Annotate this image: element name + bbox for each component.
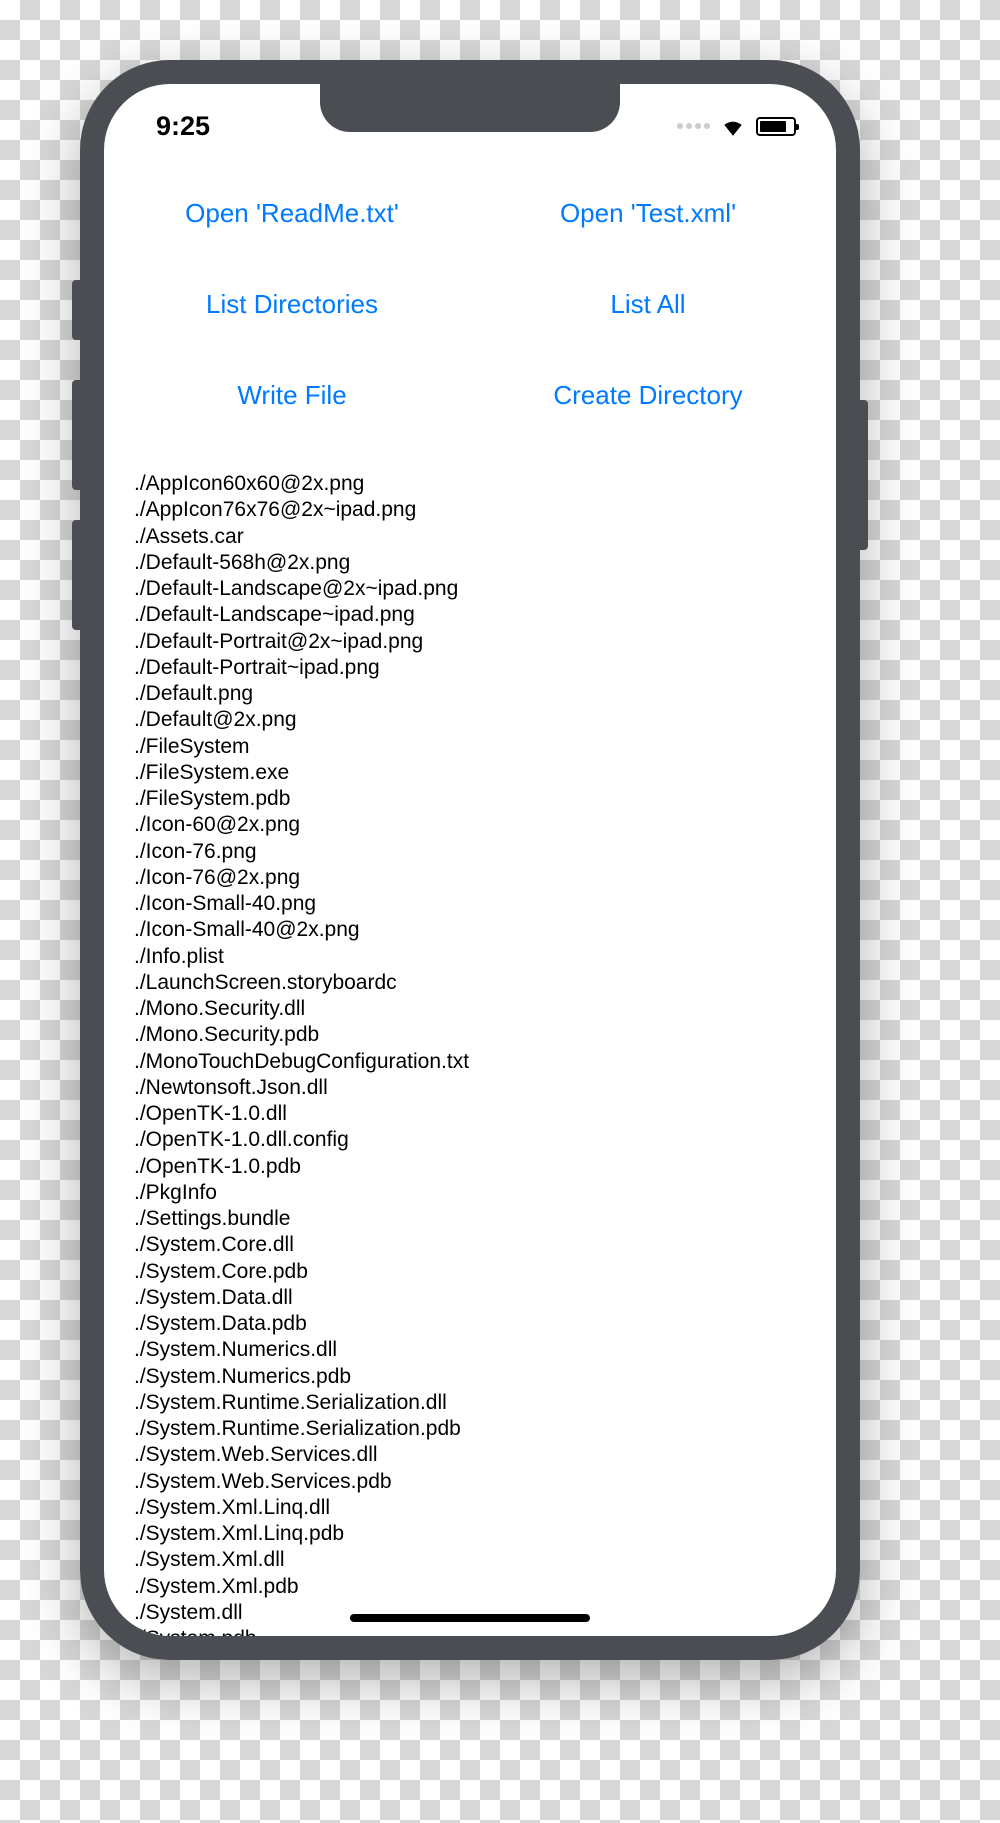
file-item: ./Icon-76.png xyxy=(134,839,806,865)
file-item: ./System.Numerics.pdb xyxy=(134,1364,806,1390)
file-item: ./System.Web.Services.dll xyxy=(134,1442,806,1468)
file-item: ./Default-568h@2x.png xyxy=(134,550,806,576)
file-item: ./Default.png xyxy=(134,681,806,707)
list-all-button[interactable]: List All xyxy=(480,279,816,330)
file-item: ./OpenTK-1.0.dll xyxy=(134,1101,806,1127)
file-item: ./System.Core.dll xyxy=(134,1232,806,1258)
write-file-button[interactable]: Write File xyxy=(124,370,460,421)
file-item: ./System.Xml.Linq.dll xyxy=(134,1495,806,1521)
file-item: ./Default-Portrait@2x~ipad.png xyxy=(134,629,806,655)
cellular-icon xyxy=(677,123,710,129)
volume-down-button xyxy=(72,520,80,630)
file-item: ./LaunchScreen.storyboardc xyxy=(134,970,806,996)
file-item: ./PkgInfo xyxy=(134,1180,806,1206)
status-time: 9:25 xyxy=(156,111,210,142)
file-item: ./FileSystem.pdb xyxy=(134,786,806,812)
file-item: ./Default-Landscape~ipad.png xyxy=(134,602,806,628)
wifi-icon xyxy=(720,116,746,136)
open-readme-button[interactable]: Open 'ReadMe.txt' xyxy=(124,188,460,239)
file-item: ./System.Xml.dll xyxy=(134,1547,806,1573)
phone-screen: 9:25 Open 'ReadMe.txt' Open 'Test.xml' L… xyxy=(104,84,836,1636)
file-item: ./System.Numerics.dll xyxy=(134,1337,806,1363)
file-item: ./System.Data.dll xyxy=(134,1285,806,1311)
list-directories-button[interactable]: List Directories xyxy=(124,279,460,330)
power-button xyxy=(860,400,868,550)
volume-up-button xyxy=(72,380,80,490)
file-item: ./Mono.Security.pdb xyxy=(134,1022,806,1048)
file-item: ./System.dll xyxy=(134,1600,806,1626)
file-item: ./Icon-Small-40.png xyxy=(134,891,806,917)
file-item: ./System.Core.pdb xyxy=(134,1259,806,1285)
file-item: ./MonoTouchDebugConfiguration.txt xyxy=(134,1049,806,1075)
file-item: ./Newtonsoft.Json.dll xyxy=(134,1075,806,1101)
file-item: ./AppIcon76x76@2x~ipad.png xyxy=(134,497,806,523)
file-item: ./Icon-Small-40@2x.png xyxy=(134,917,806,943)
file-item: ./System.Runtime.Serialization.dll xyxy=(134,1390,806,1416)
file-item: ./System.pdb xyxy=(134,1626,806,1636)
status-icons xyxy=(677,116,796,136)
home-indicator[interactable] xyxy=(350,1614,590,1622)
file-item: ./FileSystem xyxy=(134,734,806,760)
file-item: ./Info.plist xyxy=(134,944,806,970)
phone-frame: 9:25 Open 'ReadMe.txt' Open 'Test.xml' L… xyxy=(80,60,860,1660)
file-item: ./Default-Portrait~ipad.png xyxy=(134,655,806,681)
battery-icon xyxy=(756,117,796,136)
file-item: ./System.Xml.Linq.pdb xyxy=(134,1521,806,1547)
file-item: ./System.Data.pdb xyxy=(134,1311,806,1337)
file-item: ./Default@2x.png xyxy=(134,707,806,733)
file-item: ./OpenTK-1.0.pdb xyxy=(134,1154,806,1180)
file-item: ./System.Xml.pdb xyxy=(134,1574,806,1600)
file-item: ./Mono.Security.dll xyxy=(134,996,806,1022)
file-item: ./Assets.car xyxy=(134,524,806,550)
file-list[interactable]: ./AppIcon60x60@2x.png./AppIcon76x76@2x~i… xyxy=(124,471,816,1636)
open-test-button[interactable]: Open 'Test.xml' xyxy=(480,188,816,239)
app-content: Open 'ReadMe.txt' Open 'Test.xml' List D… xyxy=(104,148,836,1636)
file-item: ./Icon-60@2x.png xyxy=(134,812,806,838)
file-item: ./OpenTK-1.0.dll.config xyxy=(134,1127,806,1153)
file-item: ./Settings.bundle xyxy=(134,1206,806,1232)
file-item: ./Default-Landscape@2x~ipad.png xyxy=(134,576,806,602)
file-item: ./AppIcon60x60@2x.png xyxy=(134,471,806,497)
create-directory-button[interactable]: Create Directory xyxy=(480,370,816,421)
mute-switch xyxy=(72,280,80,340)
file-item: ./Icon-76@2x.png xyxy=(134,865,806,891)
file-item: ./FileSystem.exe xyxy=(134,760,806,786)
phone-notch xyxy=(320,84,620,132)
file-item: ./System.Web.Services.pdb xyxy=(134,1469,806,1495)
button-grid: Open 'ReadMe.txt' Open 'Test.xml' List D… xyxy=(124,188,816,421)
file-item: ./System.Runtime.Serialization.pdb xyxy=(134,1416,806,1442)
